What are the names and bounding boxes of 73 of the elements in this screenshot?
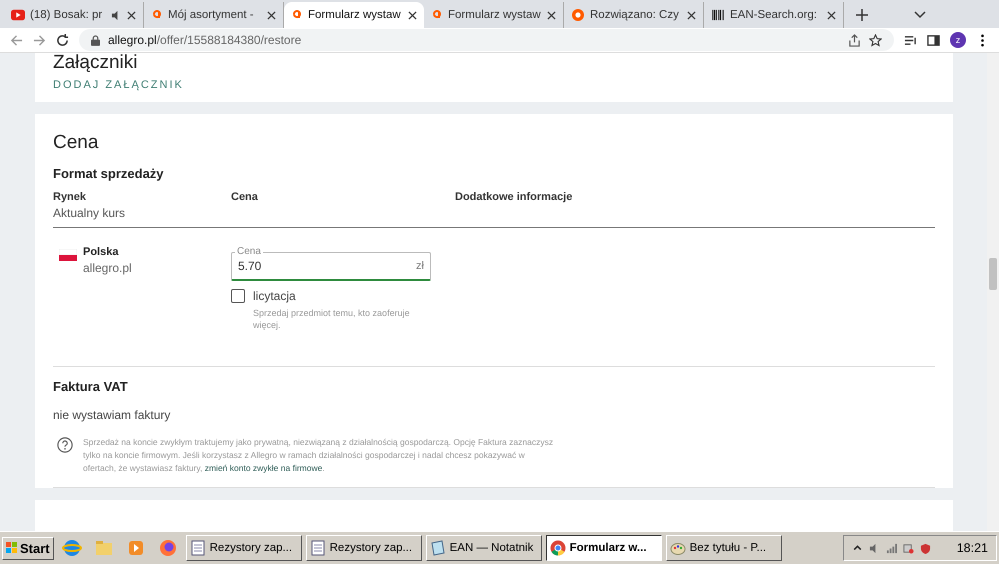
clock: 18:21	[956, 541, 988, 555]
change-account-link[interactable]: zmień konto zwykłe na firmowe	[204, 463, 322, 474]
close-icon[interactable]	[127, 10, 136, 20]
tab-title: Formularz wystaw	[448, 9, 542, 21]
four-squares-icon	[6, 542, 18, 554]
taskbar-item[interactable]: EAN — Notatnik	[426, 535, 542, 561]
taskbar-item[interactable]: Bez tytułu - P...	[666, 535, 782, 561]
taskbar-label: EAN — Notatnik	[450, 542, 534, 554]
close-icon[interactable]	[408, 10, 417, 20]
browser-tab[interactable]: Formularz wystaw	[284, 2, 424, 28]
signal-icon[interactable]	[886, 542, 897, 554]
scrollbar[interactable]	[987, 53, 999, 531]
new-tab-icon[interactable]	[856, 9, 868, 21]
tab-title: EAN-Search.org:	[730, 9, 818, 21]
auction-checkbox[interactable]	[231, 289, 245, 304]
network-icon[interactable]	[902, 542, 914, 554]
flag-icon	[59, 249, 77, 262]
column-note: Aktualny kurs	[53, 206, 126, 220]
subsection-title: Faktura VAT	[53, 379, 129, 394]
tab-title: Rozwiązano: Czy	[590, 9, 680, 21]
taskbar-label: Rezystory zap...	[210, 542, 292, 554]
close-icon[interactable]	[827, 10, 836, 20]
reload-icon[interactable]	[56, 34, 69, 46]
taskbar-label: Rezystory zap...	[330, 542, 412, 554]
close-icon[interactable]	[267, 10, 276, 20]
add-attachment-link[interactable]: DODAJ ZAŁĄCZNIK	[53, 79, 184, 91]
section-title: Załączniki	[53, 53, 138, 73]
back-icon[interactable]	[10, 34, 23, 46]
help-icon	[57, 437, 73, 454]
market-site: allegro.pl	[83, 261, 132, 276]
circle-icon	[571, 9, 585, 21]
media-list-icon[interactable]	[904, 34, 917, 46]
side-panel-icon[interactable]	[927, 34, 940, 46]
column-header: Cena	[231, 191, 259, 204]
close-icon[interactable]	[687, 10, 696, 20]
address-bar[interactable]: allegro.pl/offer/15588184380/restore	[79, 29, 894, 51]
checkbox-hint: Sprzedaj przedmiot temu, kto zaoferuje więcej.	[253, 307, 411, 332]
currency-unit: zł	[416, 260, 424, 272]
close-icon[interactable]	[547, 10, 556, 20]
start-button[interactable]: Start	[2, 536, 54, 560]
column-header: Rynek	[53, 191, 88, 204]
tab-title: (18) Bosak: pr	[30, 9, 104, 21]
taskbar-label: Formularz w...	[570, 542, 647, 554]
profile-avatar[interactable]: z	[950, 32, 966, 48]
invoice-value: nie wystawiam faktury	[53, 408, 172, 422]
fox-globe-icon[interactable]	[158, 538, 178, 558]
tab-title: Mój asortyment -	[168, 9, 255, 21]
section-title: Cena	[53, 132, 100, 154]
info-paragraph: Sprzedaż na koncie zwykłym traktujemy jako prywatną, niezwiązaną z działalnością gospodarczą. Opcję Faktura zaznaczysz tylko na koncie firmowym. Jeśli korzystasz z Allegro w ramach działalności gospodarczej i nadal chcesz pokazywać w ofertach, że wystawiasz faktury, zmień konto zwykłe na firmowe.	[83, 436, 554, 476]
document-icon	[190, 540, 206, 556]
barcode-icon	[711, 9, 725, 21]
palette-icon	[670, 540, 686, 556]
checkbox-label: licytacja	[253, 289, 296, 304]
subsection-title: Format sprzedaży	[53, 166, 165, 182]
field-value: 5.70	[238, 259, 262, 274]
star-icon[interactable]	[869, 34, 882, 46]
browser-icon	[550, 540, 566, 556]
taskbar-item[interactable]: Formularz w...	[546, 535, 662, 561]
tab-title: Formularz wystaw	[308, 9, 402, 21]
document-icon	[310, 540, 326, 556]
chevron-down-icon[interactable]	[914, 11, 926, 19]
forward-icon[interactable]	[33, 34, 46, 46]
share-icon[interactable]	[848, 34, 861, 46]
taskbar-label: Bez tytułu - P...	[690, 542, 766, 554]
taskbar-item[interactable]: Rezystory zap...	[186, 535, 302, 561]
notepad-icon	[430, 540, 446, 556]
play-icon	[11, 9, 25, 21]
taskbar-item[interactable]: Rezystory zap...	[306, 535, 422, 561]
shield-icon[interactable]	[920, 542, 931, 554]
lock-icon	[91, 34, 100, 46]
url-text: allegro.pl/offer/15588184380/restore	[108, 33, 302, 47]
column-header: Dodatkowe informacje	[455, 191, 572, 204]
market-name: Polska	[83, 246, 120, 258]
